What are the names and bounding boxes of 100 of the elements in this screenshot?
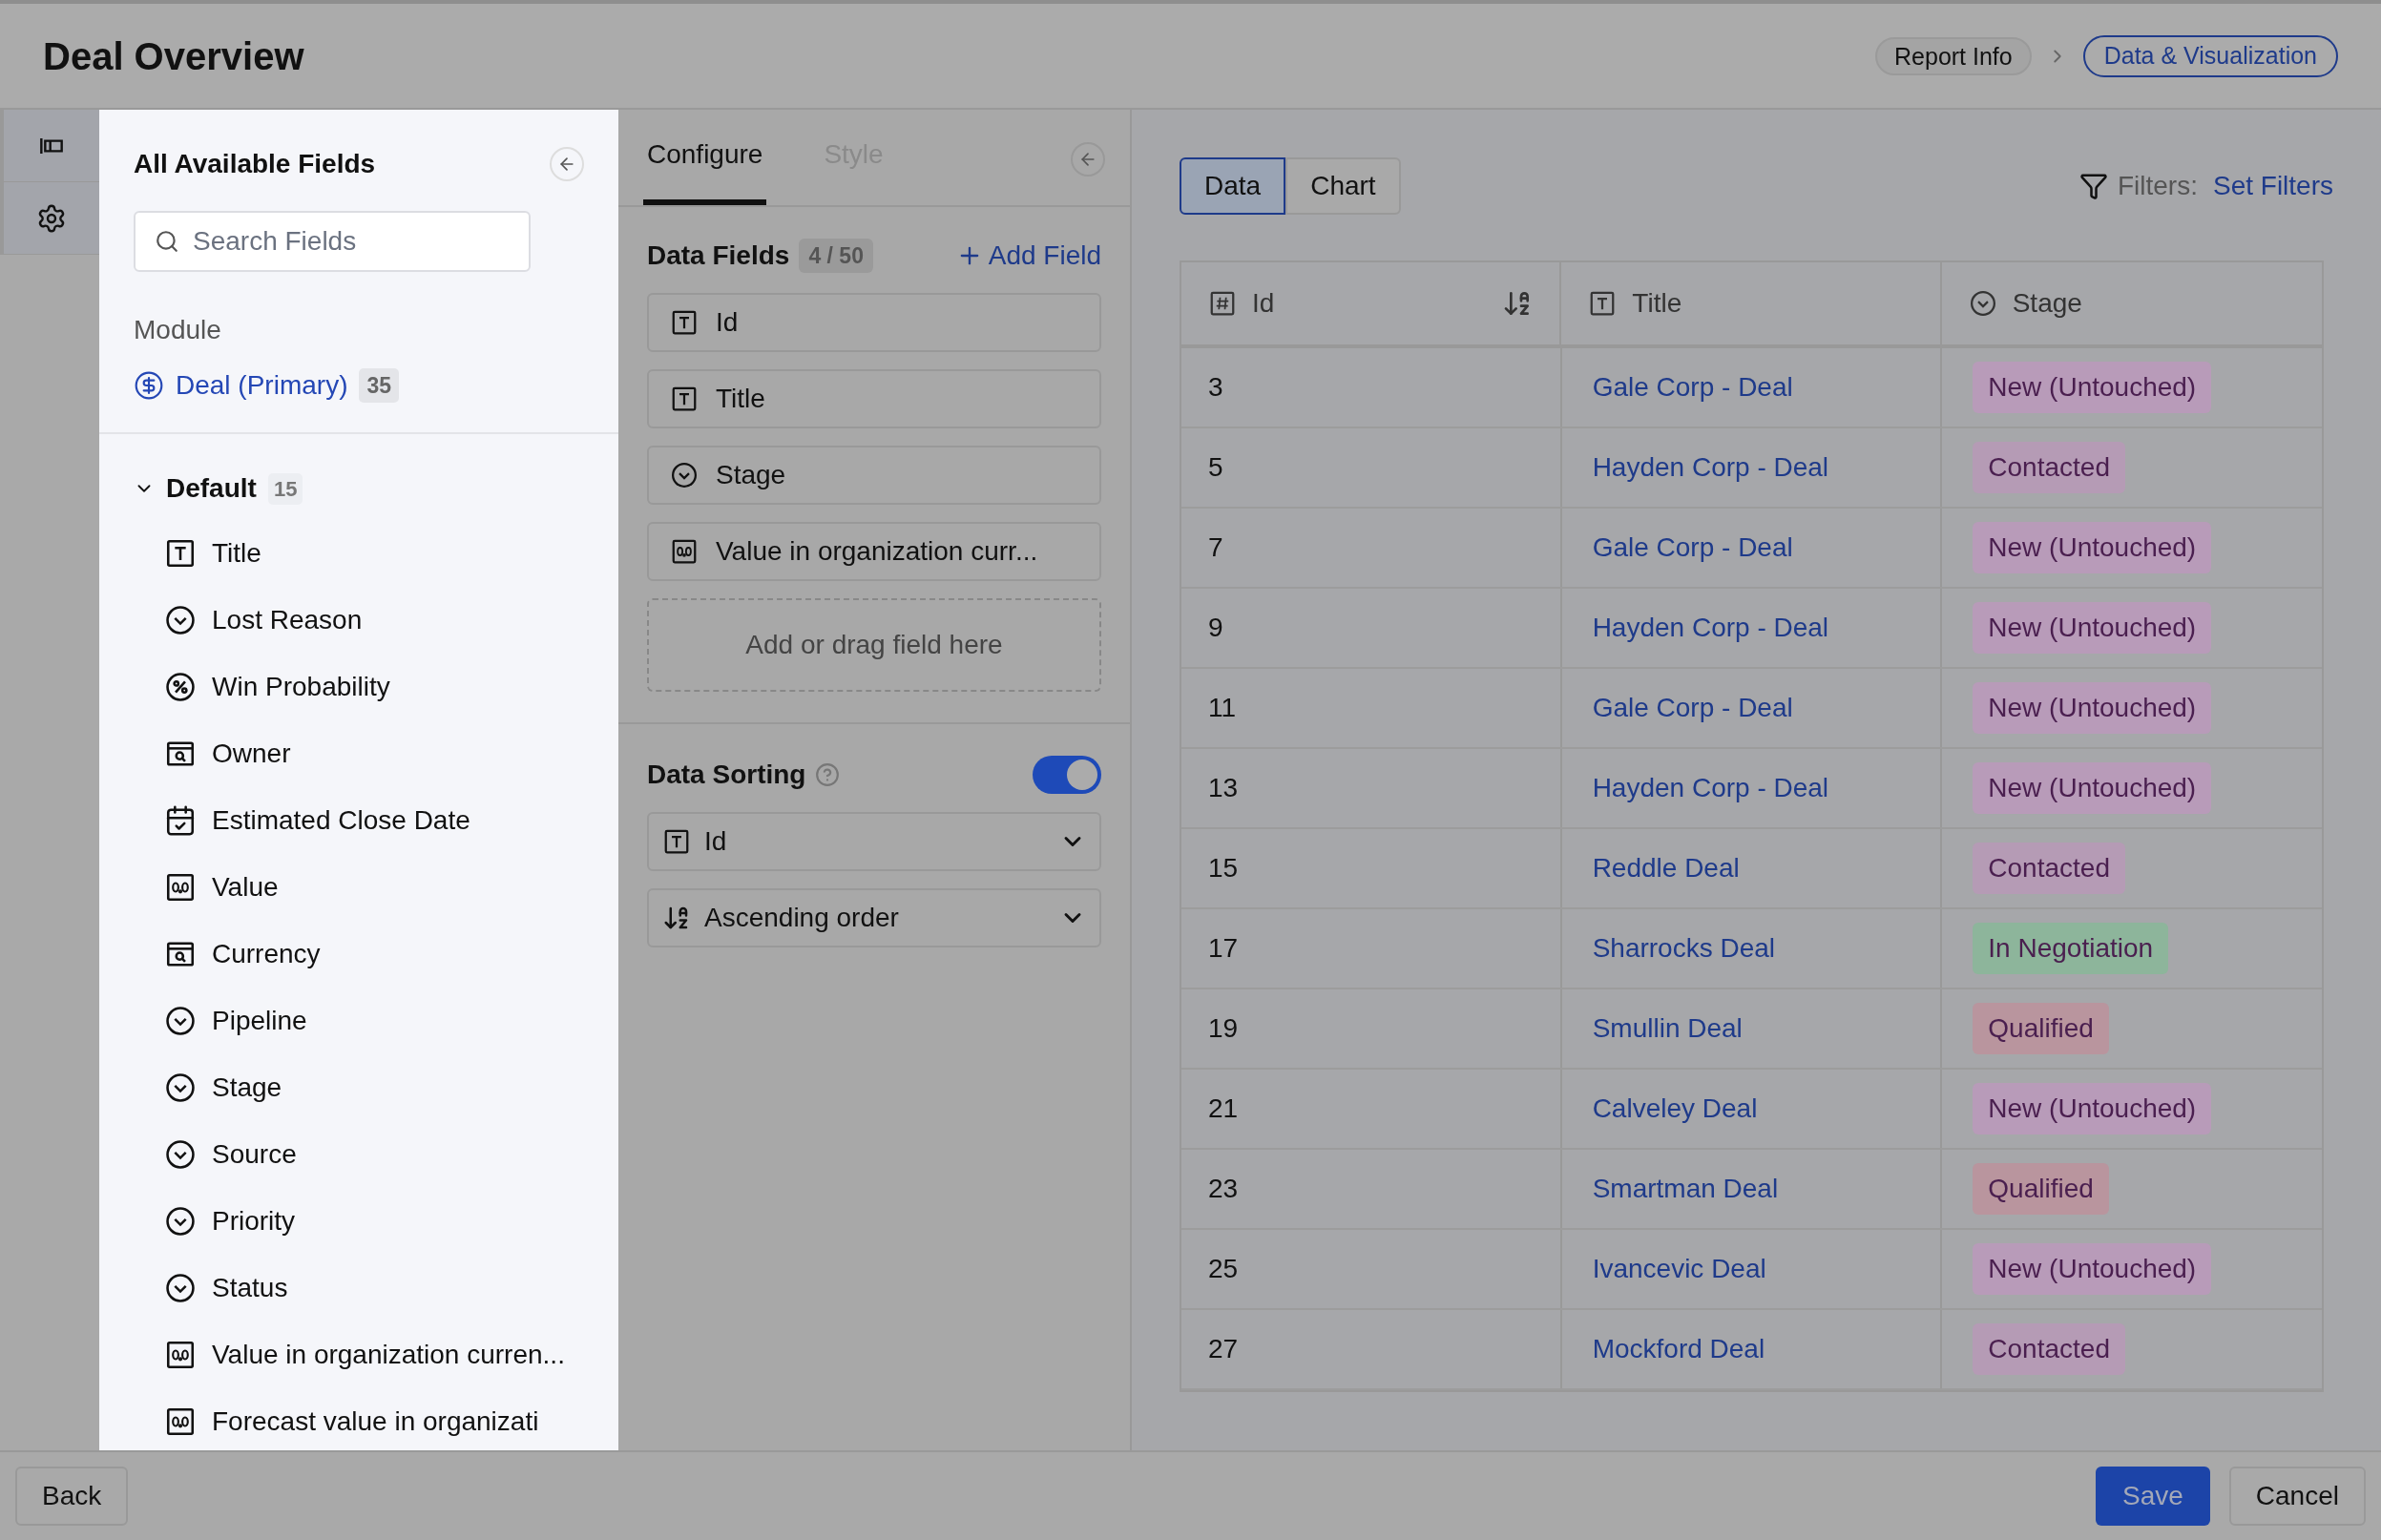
number-type-icon (164, 1339, 197, 1371)
data-field-chip[interactable]: Stage (647, 446, 1101, 505)
table-cell: 13 (1181, 749, 1562, 827)
hash-type-icon (1208, 289, 1237, 318)
deal-link[interactable]: Hayden Corp - Deal (1592, 768, 1829, 808)
step-chip[interactable]: Report Info (1875, 36, 2032, 75)
column-header[interactable]: Id (1181, 262, 1562, 344)
cancel-button[interactable]: Cancel (2228, 1467, 2366, 1526)
field-list-item[interactable]: Value in organization curren... (164, 1321, 584, 1388)
field-list-item[interactable]: Forecast value in organizati (164, 1388, 584, 1450)
stage-tag: New (Untouched) (1973, 682, 2212, 734)
stage-tag: New (Untouched) (1973, 1243, 2212, 1295)
deal-link[interactable]: Gale Corp - Deal (1592, 528, 1793, 568)
section-title: Data Sorting (647, 759, 806, 791)
table-cell: 7 (1181, 509, 1562, 587)
text-type-icon (670, 385, 699, 413)
add-field-link[interactable]: Add Field (955, 236, 1101, 276)
search-icon (155, 229, 179, 254)
stage-tag: New (Untouched) (1973, 602, 2212, 654)
dropdown-type-icon (164, 604, 197, 636)
table-cell: 27 (1181, 1310, 1562, 1388)
field-list-item[interactable]: Title (164, 520, 584, 587)
deal-link[interactable]: Smullin Deal (1592, 1009, 1743, 1049)
column-header[interactable]: Title (1561, 262, 1942, 344)
sort-order-select[interactable]: Ascending order (647, 888, 1101, 947)
data-field-chip[interactable]: Value in organization curr... (647, 522, 1101, 581)
column-header[interactable]: Stage (1941, 262, 2322, 344)
count-badge: 15 (267, 472, 303, 505)
table-cell: 3 (1181, 348, 1562, 427)
field-list-item[interactable]: Value (164, 854, 584, 921)
filters-label: Filters: (2117, 170, 2198, 202)
dropdown-type-icon (1968, 289, 1997, 318)
stage-tag: Qualified (1973, 1163, 2109, 1215)
settings-icon (36, 202, 67, 234)
sorting-toggle[interactable] (1033, 756, 1101, 794)
field-list-item[interactable]: Estimated Close Date (164, 787, 584, 854)
view-toggle[interactable]: Data (1180, 157, 1286, 215)
filter-icon (2078, 172, 2108, 200)
group-title[interactable]: Default (166, 468, 257, 509)
page-title: Deal Overview (43, 33, 304, 79)
table-cell: 11 (1181, 669, 1562, 747)
dropdown-type-icon (164, 1272, 197, 1304)
field-list-item[interactable]: Win Probability (164, 654, 584, 720)
number-type-icon (164, 871, 197, 904)
set-filters-link[interactable]: Set Filters (2212, 166, 2333, 206)
back-button[interactable]: Back (15, 1467, 129, 1526)
dollar-icon (134, 370, 164, 401)
deal-link[interactable]: Gale Corp - Deal (1592, 367, 1793, 407)
stage-tag: New (Untouched) (1973, 762, 2212, 814)
count-badge: 35 (359, 367, 400, 404)
deal-link[interactable]: Reddle Deal (1592, 848, 1740, 888)
deal-link[interactable]: Smartman Deal (1592, 1169, 1779, 1209)
deal-link[interactable]: Hayden Corp - Deal (1592, 608, 1829, 648)
table-cell: 15 (1181, 829, 1562, 907)
stage-tag: Contacted (1973, 843, 2125, 894)
stage-tag: In Negotiation (1973, 923, 2169, 974)
dropdown-type-icon (164, 1205, 197, 1238)
search-field[interactable]: Search Fields (134, 211, 531, 272)
dropdown-type-icon (164, 1138, 197, 1171)
stage-tag: New (Untouched) (1973, 362, 2212, 413)
deal-link[interactable]: Sharrocks Deal (1592, 928, 1776, 968)
sort-field-select[interactable]: Id (647, 812, 1101, 871)
fields-rail-button[interactable] (0, 110, 99, 182)
field-list-item[interactable]: Pipeline (164, 988, 584, 1054)
step-chip[interactable]: Data & Visualization (2082, 34, 2338, 77)
field-list-item[interactable]: Lost Reason (164, 587, 584, 654)
percent-type-icon (164, 671, 197, 703)
calendar-type-icon (164, 804, 197, 837)
deal-link[interactable]: Gale Corp - Deal (1592, 688, 1793, 728)
deal-link[interactable]: Mockford Deal (1592, 1329, 1765, 1369)
deal-link[interactable]: Ivancevic Deal (1592, 1249, 1766, 1289)
table-cell: 21 (1181, 1070, 1562, 1148)
field-list-item[interactable]: Stage (164, 1054, 584, 1121)
module-link[interactable]: Deal (Primary) (176, 365, 348, 406)
dropdown-type-icon (164, 1072, 197, 1104)
deal-link[interactable]: Hayden Corp - Deal (1592, 447, 1829, 488)
data-field-chip[interactable]: Id (647, 293, 1101, 352)
text-type-icon (670, 308, 699, 337)
number-type-icon (164, 1405, 197, 1438)
table-cell: 25 (1181, 1230, 1562, 1308)
panel-tab[interactable]: Configure (643, 135, 767, 205)
field-list-item[interactable]: Currency (164, 921, 584, 988)
section-label: Module (134, 314, 222, 346)
stage-tag: Contacted (1973, 442, 2125, 493)
panel-title: All Available Fields (134, 148, 376, 180)
drop-zone[interactable]: Add or drag field here (647, 598, 1101, 692)
table-cell: 9 (1181, 589, 1562, 667)
stage-tag: New (Untouched) (1973, 1083, 2212, 1134)
field-list-item[interactable]: Source (164, 1121, 584, 1188)
field-list-item[interactable]: Priority (164, 1188, 584, 1255)
save-button[interactable]: Save (2096, 1467, 2210, 1526)
field-list-item[interactable]: Status (164, 1255, 584, 1321)
data-field-chip[interactable]: Title (647, 369, 1101, 428)
stage-tag: New (Untouched) (1973, 522, 2212, 573)
field-list-item[interactable]: Owner (164, 720, 584, 787)
settings-rail-button[interactable] (0, 182, 99, 255)
deal-link[interactable]: Calveley Deal (1592, 1089, 1758, 1129)
section-title: Data Fields (647, 239, 790, 272)
table-cell: 23 (1181, 1150, 1562, 1228)
view-toggle[interactable]: Chart (1285, 157, 1401, 215)
